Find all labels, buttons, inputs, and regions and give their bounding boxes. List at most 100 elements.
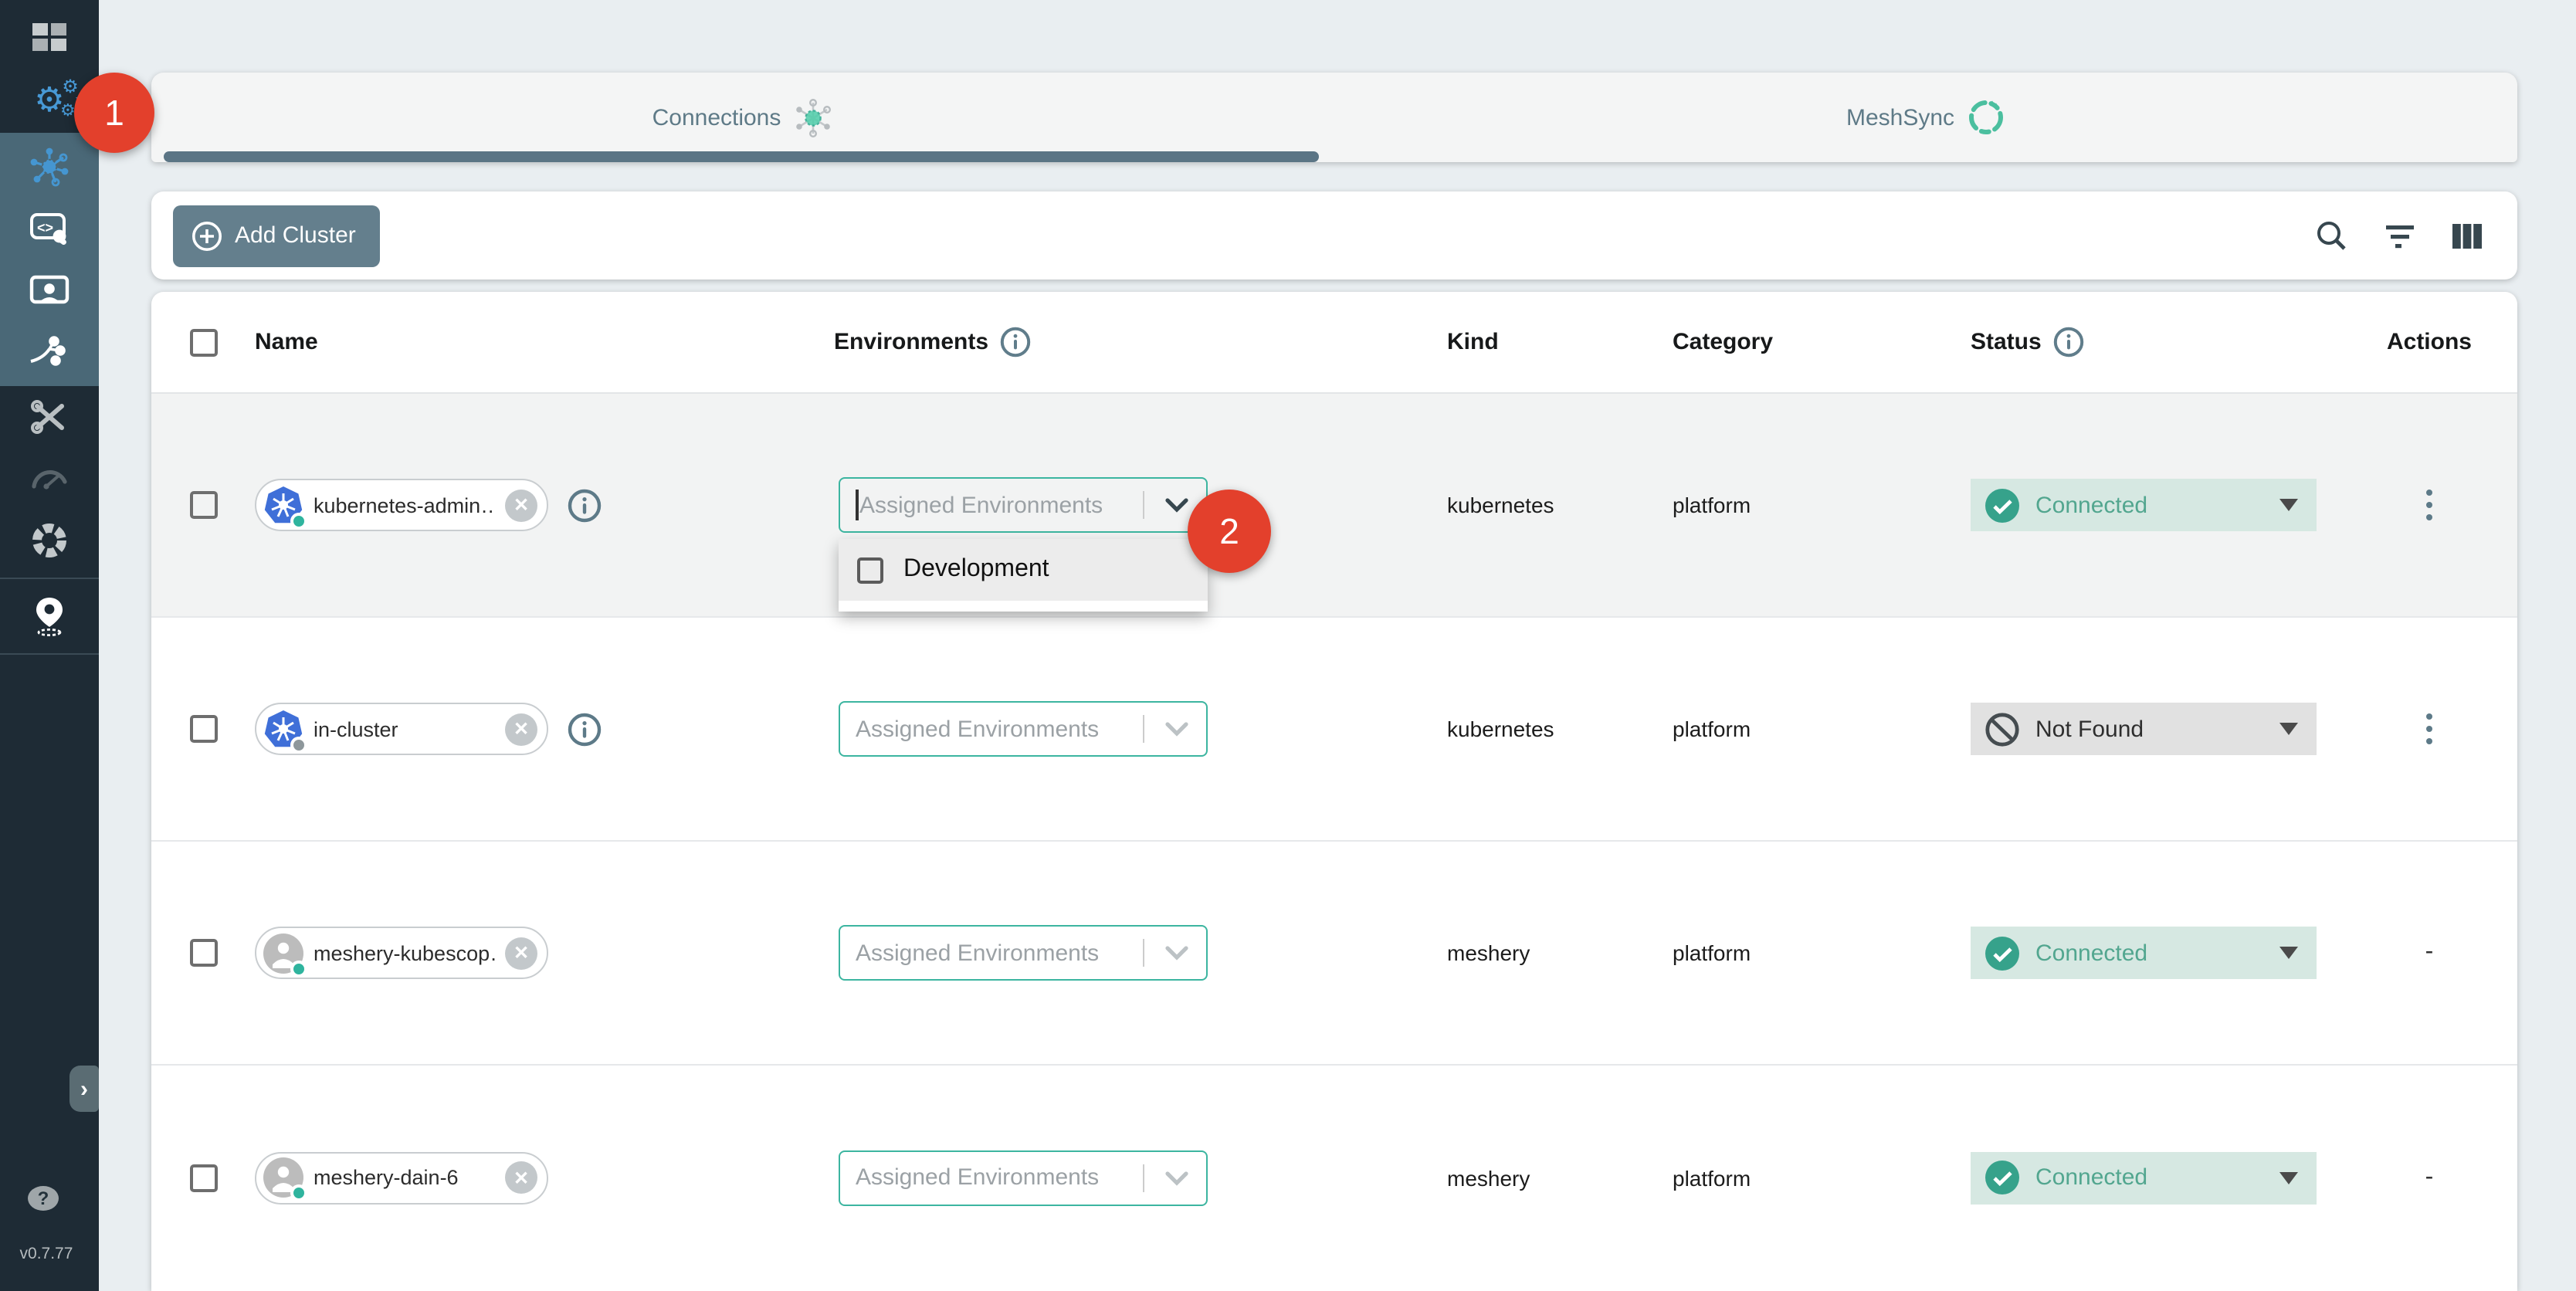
gears-icon: ⚙⚙⚙: [34, 83, 64, 117]
tab-connections-label: Connections: [652, 104, 781, 130]
tab-meshsync[interactable]: MeshSync: [1334, 73, 2517, 162]
chevron-down-icon[interactable]: [1163, 942, 1191, 964]
environments-select[interactable]: Assigned Environments: [839, 1150, 1208, 1205]
sidebar: ⚙⚙⚙ <>: [0, 0, 99, 1291]
category-value: platform: [1673, 493, 1971, 517]
connection-chip[interactable]: meshery-kubescop… ✕: [255, 927, 548, 979]
column-header-kind[interactable]: Kind: [1447, 329, 1673, 355]
kubernetes-icon: [263, 708, 304, 750]
sidebar-item-connections[interactable]: [0, 136, 99, 198]
location-pin-icon: [31, 596, 68, 636]
sidebar-divider: [0, 578, 99, 579]
connection-info-icon[interactable]: [567, 487, 602, 523]
connection-chip[interactable]: in-cluster ✕: [255, 703, 548, 755]
connection-chip[interactable]: kubernetes-admin… ✕: [255, 479, 548, 531]
connections-table: Name Environments Kind Category Status A…: [151, 292, 2517, 1291]
row-checkbox[interactable]: [189, 715, 217, 743]
status-badge-connected[interactable]: Connected: [1971, 479, 2317, 531]
row-actions-menu-icon[interactable]: [2420, 483, 2439, 527]
plus-circle-icon: [192, 220, 222, 251]
sidebar-item-performance[interactable]: [0, 448, 99, 510]
environments-dropdown: Development: [839, 539, 1208, 612]
select-all-checkbox[interactable]: [189, 328, 217, 356]
option-checkbox[interactable]: [857, 557, 883, 583]
meshery-avatar-icon: [263, 932, 304, 974]
status-badge-connected[interactable]: Connected: [1971, 1151, 2317, 1204]
row-checkbox[interactable]: [189, 939, 217, 967]
tab-connections[interactable]: Connections: [151, 73, 1334, 162]
check-circle-icon: [1985, 1160, 2020, 1195]
sidebar-item-extensions[interactable]: [0, 510, 99, 571]
info-icon[interactable]: [2052, 326, 2085, 358]
chevron-down-icon[interactable]: [1163, 1167, 1191, 1188]
caret-down-icon: [2279, 499, 2298, 511]
annotation-badge-2: 2: [1188, 490, 1271, 573]
sidebar-item-pipeline[interactable]: [0, 321, 99, 383]
search-icon[interactable]: [2315, 219, 2349, 252]
environments-select[interactable]: Assigned Environments: [839, 701, 1208, 757]
connections-mesh-icon: [791, 97, 833, 138]
row-actions-menu-icon[interactable]: [2420, 707, 2439, 751]
connection-name: meshery-dain-6: [314, 1166, 496, 1189]
environments-select[interactable]: Assigned Environments: [839, 925, 1208, 981]
info-icon[interactable]: [999, 326, 1032, 358]
table-row: meshery-kubescop… ✕ Assigned Environment…: [151, 842, 2517, 1066]
sidebar-item-dashboard[interactable]: [0, 9, 99, 68]
add-cluster-label: Add Cluster: [235, 222, 356, 249]
category-value: platform: [1673, 717, 1971, 741]
expand-sidebar-button[interactable]: ›: [69, 1066, 99, 1112]
dashboard-grid-icon: [31, 22, 68, 56]
code-config-icon: <>: [29, 210, 69, 247]
chevron-down-icon[interactable]: [1163, 718, 1191, 740]
pipeline-nodes-icon: [28, 334, 71, 371]
delete-connection-icon[interactable]: ✕: [505, 1161, 537, 1194]
sync-spinner-icon: [1965, 97, 2005, 137]
caret-down-icon: [2279, 723, 2298, 735]
no-actions-placeholder: -: [2425, 1164, 2434, 1191]
dropdown-option-development[interactable]: Development: [839, 539, 1208, 601]
sidebar-item-remote-sessions[interactable]: [0, 259, 99, 321]
active-tab-indicator: [164, 151, 1319, 162]
sidebar-item-toolkit[interactable]: [0, 386, 99, 448]
sidebar-divider: [0, 653, 99, 655]
mesh-network-icon: [29, 147, 69, 187]
column-header-category[interactable]: Category: [1673, 329, 1971, 355]
table-toolbar: Add Cluster: [151, 191, 2517, 280]
sidebar-item-configuration[interactable]: <>: [0, 198, 99, 259]
meshery-app: ⚙⚙⚙ <>: [0, 0, 2576, 1291]
connection-info-icon[interactable]: [567, 711, 602, 747]
chevron-down-icon[interactable]: [1163, 494, 1191, 516]
status-dot-connected: [290, 960, 307, 977]
column-header-name[interactable]: Name: [255, 329, 834, 355]
column-header-status[interactable]: Status: [1971, 326, 2341, 358]
no-actions-placeholder: -: [2425, 939, 2434, 967]
column-header-actions: Actions: [2341, 329, 2517, 355]
meshery-avatar-icon: [263, 1157, 304, 1198]
status-badge-connected[interactable]: Connected: [1971, 927, 2317, 979]
gauge-icon: [29, 463, 69, 494]
kind-value: meshery: [1447, 1165, 1673, 1190]
delete-connection-icon[interactable]: ✕: [505, 937, 537, 969]
sidebar-item-environment-location[interactable]: [0, 585, 99, 647]
help-button[interactable]: ?: [28, 1186, 59, 1211]
row-checkbox[interactable]: [189, 1164, 217, 1191]
connection-chip[interactable]: meshery-dain-6 ✕: [255, 1151, 548, 1204]
status-badge-notfound[interactable]: Not Found: [1971, 703, 2317, 755]
column-header-environments[interactable]: Environments: [834, 326, 1447, 358]
view-columns-icon[interactable]: [2451, 222, 2483, 249]
segmented-ring-icon: [29, 520, 69, 561]
table-row: in-cluster ✕ Assigned Environments kuber…: [151, 618, 2517, 842]
kubernetes-icon: [263, 484, 304, 526]
status-dot-connected: [290, 512, 307, 529]
kind-value: meshery: [1447, 940, 1673, 965]
app-version: v0.7.77: [0, 1245, 93, 1263]
delete-connection-icon[interactable]: ✕: [505, 489, 537, 521]
add-cluster-button[interactable]: Add Cluster: [173, 205, 381, 266]
status-dot-notfound: [290, 736, 307, 753]
environments-select[interactable]: Assigned Environments: [839, 477, 1208, 533]
row-checkbox[interactable]: [189, 491, 217, 519]
blocked-circle-icon: [1985, 711, 2020, 747]
delete-connection-icon[interactable]: ✕: [505, 713, 537, 745]
filter-icon[interactable]: [2383, 222, 2417, 249]
sidebar-lifecycle-group: <>: [0, 133, 99, 386]
